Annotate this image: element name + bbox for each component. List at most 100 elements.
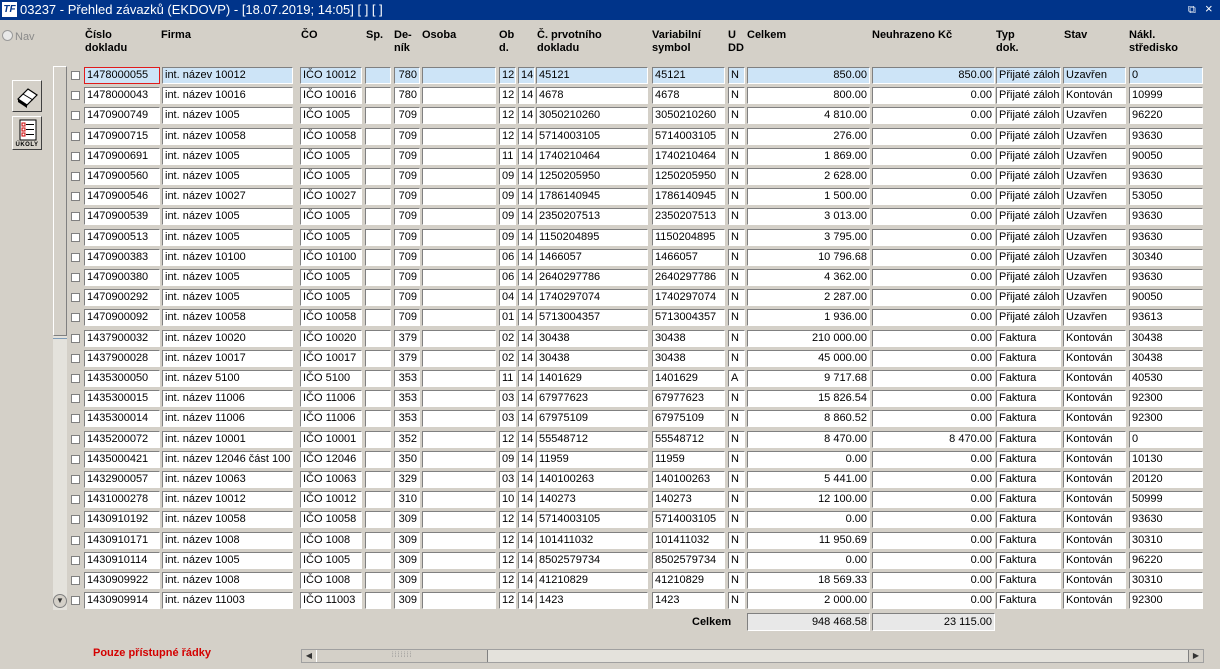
cell-doc-type[interactable]: Faktura <box>996 431 1061 448</box>
cell-primary-doc[interactable]: 30438 <box>536 330 648 347</box>
cell-doc-number[interactable]: 1437900032 <box>84 330 160 347</box>
cell-doc-number[interactable]: 1430910192 <box>84 511 160 528</box>
tasks-button[interactable]: ÚKOLY <box>12 116 42 150</box>
cell-person[interactable] <box>422 592 496 609</box>
cell-status[interactable]: Kontován <box>1063 390 1126 407</box>
cell-doc-number[interactable]: 1470900513 <box>84 229 160 246</box>
cell-total[interactable]: 1 869.00 <box>747 148 870 165</box>
cell-primary-doc[interactable]: 140273 <box>536 491 648 508</box>
cell-status[interactable]: Kontován <box>1063 572 1126 589</box>
cell-cost-center[interactable]: 10999 <box>1129 87 1203 104</box>
cell-cost-center[interactable]: 96220 <box>1129 107 1203 124</box>
column-header-cislo[interactable]: Číslo dokladu <box>85 29 127 55</box>
cell-primary-doc[interactable]: 1466057 <box>536 249 648 266</box>
cell-journal[interactable]: 709 <box>394 208 420 225</box>
cell-year[interactable]: 14 <box>518 431 535 448</box>
cell-firm[interactable]: int. název 10001 <box>162 431 293 448</box>
cell-person[interactable] <box>422 309 496 326</box>
cell-primary-doc[interactable]: 1150204895 <box>536 229 648 246</box>
cell-cost-center[interactable]: 30310 <box>1129 572 1203 589</box>
cell-doc-type[interactable]: Přijaté zálohov <box>996 107 1061 124</box>
cell-ico[interactable]: IČO 1005 <box>300 269 362 286</box>
cell-person[interactable] <box>422 390 496 407</box>
cell-cost-center[interactable]: 90050 <box>1129 148 1203 165</box>
cell-period[interactable]: 12 <box>499 572 516 589</box>
cell-person[interactable] <box>422 87 496 104</box>
cell-year[interactable]: 14 <box>518 532 535 549</box>
cell-total[interactable]: 3 013.00 <box>747 208 870 225</box>
cell-sp[interactable] <box>365 128 391 145</box>
cell-period[interactable]: 12 <box>499 87 516 104</box>
cell-total[interactable]: 4 362.00 <box>747 269 870 286</box>
cell-period[interactable]: 09 <box>499 168 516 185</box>
cell-year[interactable]: 14 <box>518 491 535 508</box>
cell-person[interactable] <box>422 511 496 528</box>
cell-firm[interactable]: int. název 11006 <box>162 410 293 427</box>
cell-year[interactable]: 14 <box>518 289 535 306</box>
cell-journal[interactable]: 379 <box>394 330 420 347</box>
cell-udd[interactable]: N <box>728 410 745 427</box>
cell-primary-doc[interactable]: 4678 <box>536 87 648 104</box>
cell-primary-doc[interactable]: 101411032 <box>536 532 648 549</box>
row-checkbox[interactable] <box>71 556 80 565</box>
cell-sp[interactable] <box>365 511 391 528</box>
cell-cost-center[interactable]: 93630 <box>1129 128 1203 145</box>
cell-unpaid[interactable]: 0.00 <box>872 148 995 165</box>
row-checkbox[interactable] <box>71 495 80 504</box>
cell-primary-doc[interactable]: 5713004357 <box>536 309 648 326</box>
cell-ico[interactable]: IČO 12046 <box>300 451 362 468</box>
cell-cost-center[interactable]: 50999 <box>1129 491 1203 508</box>
cell-journal[interactable]: 709 <box>394 249 420 266</box>
cell-journal[interactable]: 780 <box>394 87 420 104</box>
cell-primary-doc[interactable]: 1423 <box>536 592 648 609</box>
cell-doc-type[interactable]: Faktura <box>996 592 1061 609</box>
cell-unpaid[interactable]: 0.00 <box>872 451 995 468</box>
cell-person[interactable] <box>422 67 496 84</box>
cell-primary-doc[interactable]: 5714003105 <box>536 511 648 528</box>
cell-year[interactable]: 14 <box>518 67 535 84</box>
cell-sp[interactable] <box>365 208 391 225</box>
cell-firm[interactable]: int. název 1008 <box>162 572 293 589</box>
cell-year[interactable]: 14 <box>518 208 535 225</box>
cell-year[interactable]: 14 <box>518 269 535 286</box>
cell-person[interactable] <box>422 410 496 427</box>
cell-year[interactable]: 14 <box>518 188 535 205</box>
cell-var-symbol[interactable]: 2640297786 <box>652 269 725 286</box>
cell-var-symbol[interactable]: 5714003105 <box>652 511 725 528</box>
cell-firm[interactable]: int. název 10058 <box>162 128 293 145</box>
cell-ico[interactable]: IČO 11006 <box>300 390 362 407</box>
horizontal-scroll-thumb[interactable]: ⁞⁞⁞⁞⁞⁞⁞ <box>316 650 488 662</box>
cell-var-symbol[interactable]: 1250205950 <box>652 168 725 185</box>
cell-unpaid[interactable]: 0.00 <box>872 128 995 145</box>
cell-var-symbol[interactable]: 41210829 <box>652 572 725 589</box>
cell-status[interactable]: Kontován <box>1063 451 1126 468</box>
cell-doc-type[interactable]: Faktura <box>996 532 1061 549</box>
cell-doc-number[interactable]: 1470900715 <box>84 128 160 145</box>
cell-journal[interactable]: 780 <box>394 67 420 84</box>
cell-doc-type[interactable]: Přijaté zálohov <box>996 289 1061 306</box>
cell-period[interactable]: 12 <box>499 592 516 609</box>
row-checkbox[interactable] <box>71 233 80 242</box>
cell-ico[interactable]: IČO 1005 <box>300 107 362 124</box>
cell-journal[interactable]: 709 <box>394 148 420 165</box>
cell-status[interactable]: Kontován <box>1063 370 1126 387</box>
cell-period[interactable]: 12 <box>499 552 516 569</box>
cell-journal[interactable]: 709 <box>394 168 420 185</box>
cell-var-symbol[interactable]: 101411032 <box>652 532 725 549</box>
cell-sp[interactable] <box>365 148 391 165</box>
cell-primary-doc[interactable]: 45121 <box>536 67 648 84</box>
cell-ico[interactable]: IČO 10058 <box>300 309 362 326</box>
cell-status[interactable]: Uzavřen <box>1063 67 1126 84</box>
cell-sp[interactable] <box>365 572 391 589</box>
cell-unpaid[interactable]: 0.00 <box>872 188 995 205</box>
cell-doc-number[interactable]: 1470900380 <box>84 269 160 286</box>
cell-ico[interactable]: IČO 10016 <box>300 87 362 104</box>
cell-primary-doc[interactable]: 55548712 <box>536 431 648 448</box>
cell-period[interactable]: 06 <box>499 269 516 286</box>
row-checkbox[interactable] <box>71 253 80 262</box>
cell-person[interactable] <box>422 208 496 225</box>
cell-ico[interactable]: IČO 10100 <box>300 249 362 266</box>
cell-doc-type[interactable]: Faktura <box>996 552 1061 569</box>
cell-firm[interactable]: int. název 10020 <box>162 330 293 347</box>
cell-primary-doc[interactable]: 5714003105 <box>536 128 648 145</box>
